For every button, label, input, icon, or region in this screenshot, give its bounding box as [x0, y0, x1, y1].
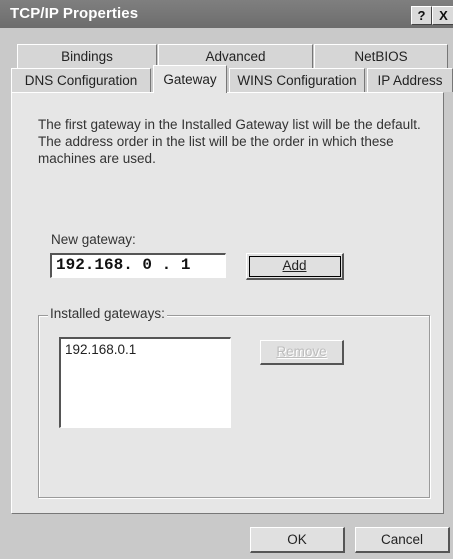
close-icon[interactable]: X [432, 6, 453, 25]
tab-gateway[interactable]: Gateway [153, 65, 227, 93]
window-title: TCP/IP Properties [10, 5, 139, 22]
cancel-button[interactable]: Cancel [355, 527, 450, 553]
installed-gateways-list[interactable]: 192.168.0.1 [59, 337, 231, 428]
ok-button[interactable]: OK [250, 527, 345, 553]
gateway-description: The first gateway in the Installed Gatew… [38, 117, 421, 166]
add-button-label: Add [282, 258, 307, 273]
tcpip-properties-dialog: TCP/IP Properties ? X Bindings Advanced … [0, 0, 453, 559]
new-gateway-ip-input[interactable]: 192.168. 0 . 1 [50, 253, 226, 278]
tab-wins-configuration[interactable]: WINS Configuration [229, 68, 365, 92]
remove-button-label: Remove [276, 344, 327, 359]
installed-gateways-label: Installed gateways: [48, 306, 167, 321]
tab-dns-configuration[interactable]: DNS Configuration [11, 68, 151, 92]
title-bar[interactable]: TCP/IP Properties ? X [0, 0, 453, 28]
help-icon[interactable]: ? [411, 6, 432, 25]
remove-button[interactable]: Remove [260, 340, 344, 365]
tab-bindings[interactable]: Bindings [17, 44, 157, 68]
tab-ip-address[interactable]: IP Address [367, 68, 453, 92]
new-gateway-label: New gateway: [51, 232, 136, 247]
tab-netbios[interactable]: NetBIOS [314, 44, 448, 68]
list-item[interactable]: 192.168.0.1 [65, 342, 136, 357]
add-button[interactable]: Add [246, 253, 344, 280]
